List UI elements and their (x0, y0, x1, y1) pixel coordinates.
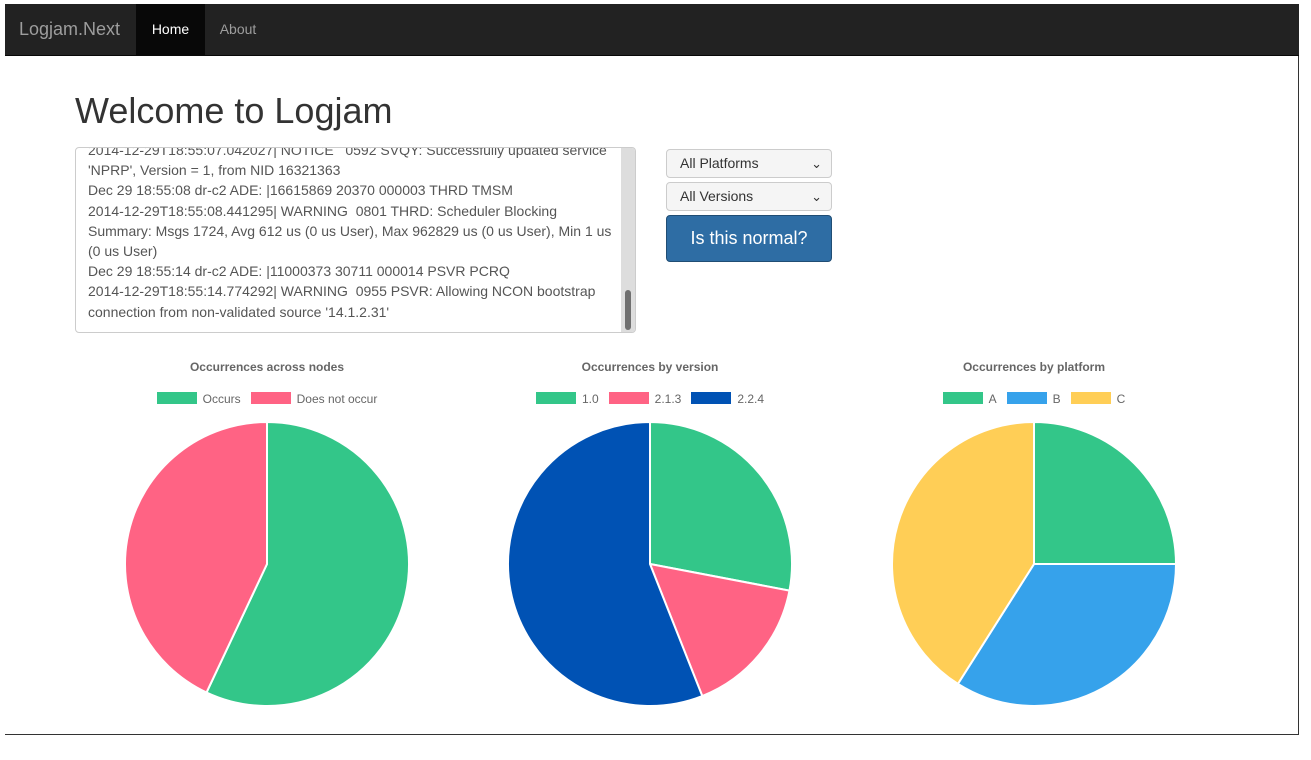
version-select-value: All Versions (680, 188, 754, 204)
is-this-normal-button[interactable]: Is this normal? (666, 215, 832, 262)
log-text[interactable]: 2014-12-29T18:55:07.042027| NOTICE 0592 … (88, 148, 618, 322)
legend-swatch (1070, 392, 1111, 404)
legend-item[interactable]: Occurs (156, 392, 241, 406)
navbar: Logjam.Next Home About (5, 4, 1299, 56)
chart-nodes: Occurrences across nodes Occurs Does not … (77, 354, 457, 714)
pie-chart (507, 420, 793, 707)
chart-title: Occurrences by platform (962, 360, 1106, 374)
nav-about-link[interactable]: About (205, 4, 271, 55)
chart-platform: Occurrences by platform A B C (844, 354, 1224, 714)
legend-label: B (1052, 392, 1061, 406)
legend-label: 2.2.4 (737, 392, 765, 406)
chart-legend: Occurs Does not occur (77, 392, 457, 406)
log-scrollbar[interactable] (621, 148, 635, 332)
legend-swatch (942, 392, 983, 404)
pie-slice-a[interactable] (1033, 420, 1178, 565)
legend-swatch (608, 392, 649, 404)
legend-label: C (1116, 392, 1126, 406)
legend-item[interactable]: B (1006, 392, 1061, 406)
legend-swatch (1006, 392, 1047, 404)
legend-label: A (988, 392, 997, 406)
pie-chart (891, 420, 1178, 707)
legend-item[interactable]: 2.2.4 (691, 392, 764, 406)
pie-chart (124, 420, 410, 707)
legend-item[interactable]: Does not occur (250, 392, 378, 406)
legend-item[interactable]: C (1070, 392, 1126, 406)
chart-version: Occurrences by version 1.0 2.1.3 2.2.4 (460, 354, 840, 714)
chevron-down-icon: ⌄ (811, 156, 822, 171)
chart-legend: 1.0 2.1.3 2.2.4 (460, 392, 840, 406)
legend-label: 1.0 (581, 392, 599, 406)
platform-select-value: All Platforms (680, 155, 759, 171)
version-select[interactable]: All Versions ⌄ (666, 182, 832, 211)
navbar-brand[interactable]: Logjam.Next (19, 4, 120, 55)
page-title: Welcome to Logjam (75, 90, 393, 131)
legend-item[interactable]: A (942, 392, 997, 406)
log-scrollbar-thumb[interactable] (625, 290, 631, 330)
legend-swatch (156, 392, 197, 404)
chart-title: Occurrences across nodes (189, 360, 345, 374)
legend-label: 2.1.3 (654, 392, 682, 406)
legend-swatch (691, 392, 732, 404)
chevron-down-icon: ⌄ (811, 189, 822, 204)
chart-title: Occurrences by version (581, 360, 719, 374)
platform-select[interactable]: All Platforms ⌄ (666, 149, 832, 178)
log-textarea[interactable]: 2014-12-29T18:55:07.042027| NOTICE 0592 … (75, 147, 636, 333)
legend-label: Occurs (202, 392, 241, 406)
legend-swatch (250, 392, 291, 404)
legend-item[interactable]: 1.0 (535, 392, 599, 406)
legend-item[interactable]: 2.1.3 (608, 392, 682, 406)
legend-swatch (535, 392, 576, 404)
legend-label: Does not occur (296, 392, 378, 406)
pie-slice-1-0[interactable] (649, 420, 793, 592)
chart-legend: A B C (844, 392, 1224, 406)
browser-page: Logjam.Next Home About Welcome to Logjam… (5, 4, 1299, 735)
nav-home-link[interactable]: Home (136, 4, 205, 55)
